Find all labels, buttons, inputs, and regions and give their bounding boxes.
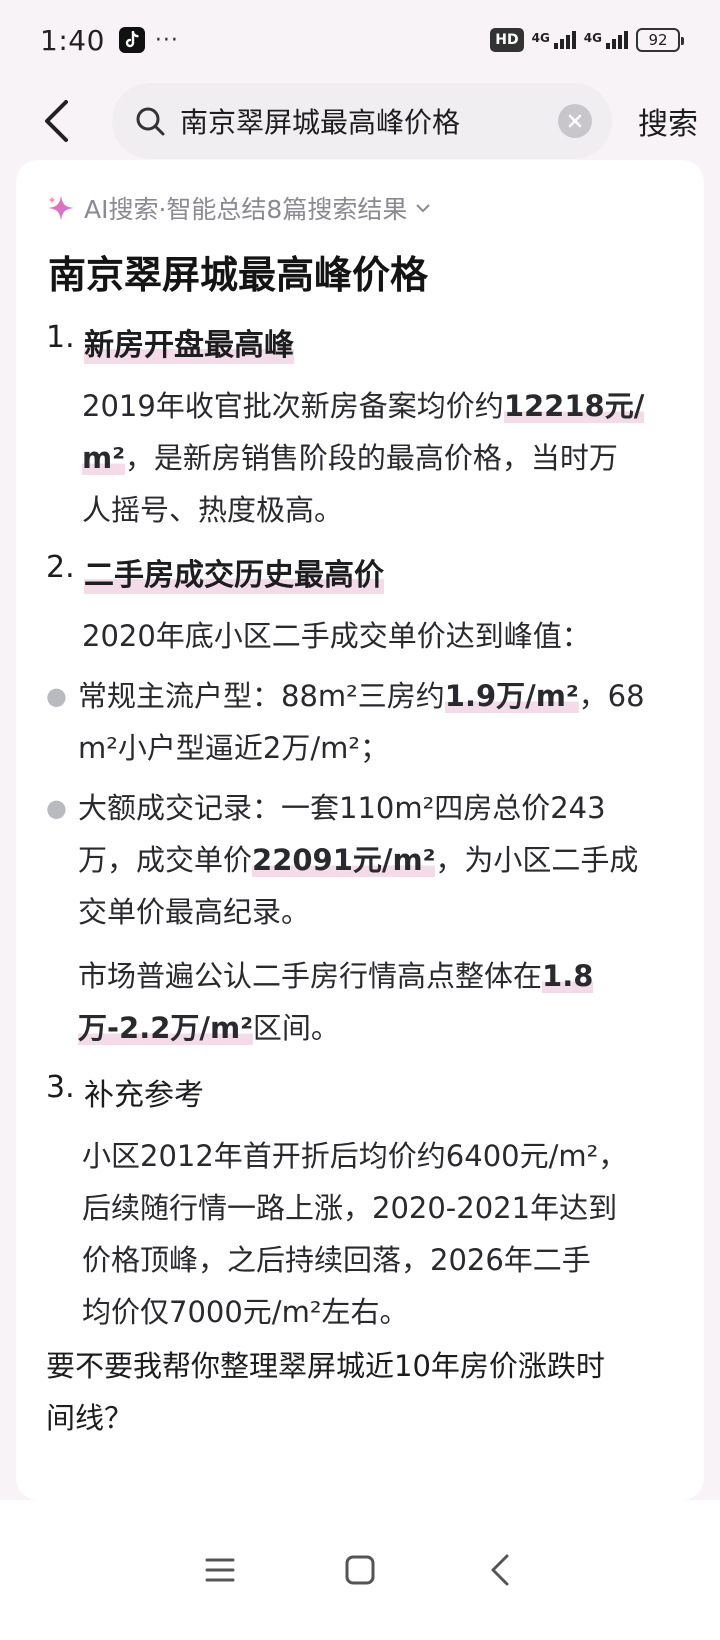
search-box[interactable]: 南京翠屏城最高峰价格 [112, 83, 612, 159]
battery-icon: 92 [636, 28, 684, 52]
close-icon [568, 114, 582, 128]
section-heading: 新房开盘最高峰 [84, 320, 294, 364]
system-nav-bar [0, 1500, 720, 1640]
search-header: 南京翠屏城最高峰价格 搜索 [0, 80, 720, 162]
home-button[interactable] [332, 1542, 388, 1598]
menu-button[interactable] [192, 1542, 248, 1598]
section-3-heading: 3. 补充参考 [46, 1070, 204, 1113]
section-3-text: 小区2012年首开折后均价约6400元/m²， 后续随行情一路上涨，2020-2… [82, 1139, 628, 1329]
sparkle-icon [48, 195, 74, 221]
search-button[interactable]: 搜索 [638, 99, 698, 143]
section-heading: 二手房成交历史最高价 [84, 550, 384, 594]
hd-voice-icon: HD [490, 28, 524, 52]
search-icon [136, 107, 165, 136]
section-2-summary: 市场普遍公认二手房行情高点整体在1.8 万-2.2万/m²区间。 [78, 959, 594, 1045]
nav-back-button[interactable] [472, 1542, 528, 1598]
menu-icon [205, 1558, 235, 1582]
signal-icon-2: 4G [584, 31, 628, 49]
back-arrow-icon [45, 100, 68, 142]
section-1-heading: 1. 新房开盘最高峰 [46, 320, 294, 364]
list-item: ● 常规主流户型：88m²三房约1.9万/m²，68 m²小户型逼近2万/m²； [46, 679, 645, 765]
answer-title: 南京翠屏城最高峰价格 [48, 253, 429, 297]
status-bar: 1:40 ··· HD 4G 4G 92 [0, 0, 720, 80]
section-1-text: 2019年收官批次新房备案均价约12218元/ m²，是新房销售阶段的最高价格，… [82, 389, 645, 527]
tiktok-notification-icon [118, 27, 145, 53]
section-2-heading: 2. 二手房成交历史最高价 [46, 550, 384, 594]
back-icon [491, 1554, 509, 1586]
ai-summary-label: AI搜索·智能总结8篇搜索结果 [84, 195, 408, 224]
chevron-down-icon [416, 204, 431, 213]
home-square-icon [345, 1555, 375, 1585]
back-button[interactable] [30, 91, 82, 151]
search-input[interactable]: 南京翠屏城最高峰价格 [180, 101, 558, 141]
more-notifications-icon: ··· [154, 27, 179, 53]
clear-search-button[interactable] [558, 104, 592, 138]
ai-answer-card: AI搜索·智能总结8篇搜索结果 南京翠屏城最高峰价格 1. 新房开盘最高峰 20… [16, 160, 704, 1500]
followup-question[interactable]: 要不要我帮你整理翠屏城近10年房价涨跌时 间线？ [46, 1340, 605, 1444]
section-heading: 补充参考 [84, 1078, 204, 1113]
signal-icon-1: 4G [532, 31, 576, 49]
section-2-intro: 2020年底小区二手成交单价达到峰值： [82, 619, 591, 653]
status-time: 1:40 [40, 23, 105, 57]
ai-summary-toggle[interactable]: AI搜索·智能总结8篇搜索结果 [46, 190, 431, 226]
list-item: ● 大额成交记录：一套110m²四房总价243 万，成交单价22091元/m²，… [46, 791, 639, 929]
